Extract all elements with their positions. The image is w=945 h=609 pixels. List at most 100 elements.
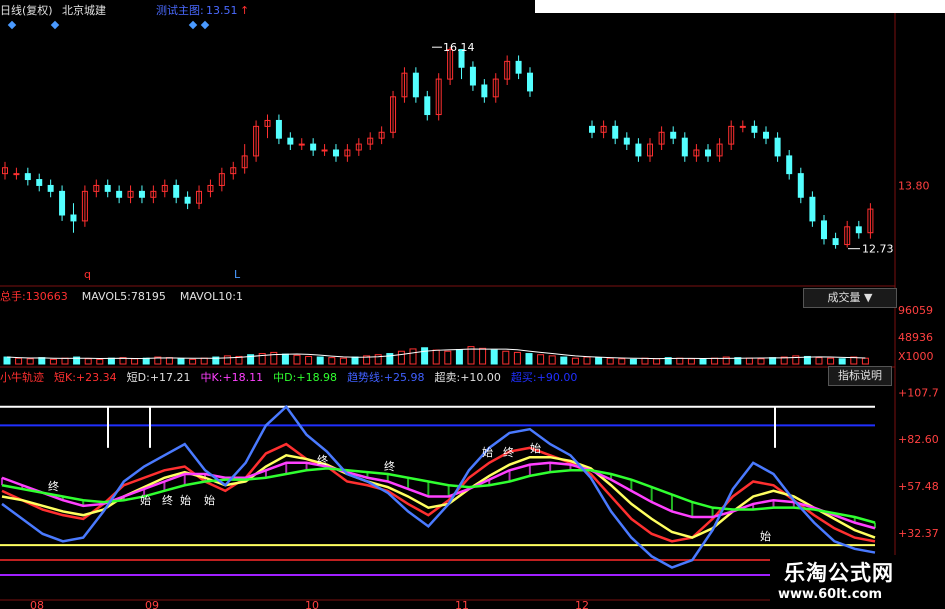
indicator-button-label: 指标说明 <box>838 369 882 382</box>
chart-title: 日线(复权) <box>0 3 53 17</box>
volume-bar <box>328 357 336 365</box>
indicator-label: 中D:+18.98 <box>273 371 337 384</box>
volume-bar <box>15 357 23 365</box>
volume-bar <box>444 350 452 365</box>
indicator-annotation: 终 <box>317 453 328 467</box>
volume-bar <box>490 349 498 365</box>
indicator-axis-tick: +57.48 <box>898 480 939 493</box>
indicator-annotation: 终 <box>503 445 514 459</box>
volume-bar <box>96 358 104 365</box>
candle-body <box>786 155 793 175</box>
candle-body <box>138 190 145 198</box>
indicator-axis-tick: +82.60 <box>898 433 939 446</box>
volume-axis-tick: 96059 <box>898 304 933 317</box>
volume-bar <box>165 357 173 365</box>
indicator-axis-tick: +107.7 <box>898 386 939 399</box>
volume-axis-tick: X1000 <box>898 350 934 363</box>
volume-bar <box>838 358 846 365</box>
volume-bar <box>537 354 545 365</box>
indicator-annotation: 始 <box>482 445 493 459</box>
candle-body <box>321 149 328 152</box>
indicator-annotation: 始 <box>204 493 215 507</box>
candle-body <box>774 137 781 157</box>
volume-bar <box>305 355 313 365</box>
candle-body <box>635 143 642 157</box>
volume-bar <box>479 347 487 365</box>
high-label: 16.14 <box>443 41 475 54</box>
volume-bar <box>177 358 185 365</box>
candle-body <box>184 196 191 204</box>
diamond-icon <box>50 20 60 30</box>
volume-bar <box>641 357 649 365</box>
volume-button-label: 成交量 <box>827 291 861 304</box>
candle-body <box>47 184 54 192</box>
stock-name: 北京城建 <box>62 3 106 17</box>
candle-body <box>763 131 769 139</box>
volume-bar <box>49 358 57 365</box>
volume-bar <box>571 357 579 365</box>
indicator-label: 中K:+18.11 <box>201 371 264 384</box>
volume-bar <box>757 358 765 365</box>
candle-body <box>481 84 488 98</box>
candle-body <box>173 184 180 198</box>
indicator-axis-tick: +32.37 <box>898 527 939 540</box>
volume-bar <box>26 358 34 365</box>
volume-bar <box>84 358 92 365</box>
indicator-label: 短D:+17.21 <box>127 370 191 384</box>
volume-bar <box>653 358 661 365</box>
volume-bar <box>560 356 568 365</box>
x-axis-tick: 09 <box>145 599 159 609</box>
volume-bar <box>61 357 69 365</box>
test-label: 测试主图: <box>156 4 204 17</box>
candle-body <box>275 119 282 139</box>
top-right-blank <box>535 0 945 13</box>
volume-bar <box>3 356 11 365</box>
volume-bar <box>200 357 208 365</box>
test-value: 13.51 <box>206 4 238 17</box>
indicator-label: 超买:+90.00 <box>511 370 577 384</box>
volume-label: MAVOL10:1 <box>180 290 243 303</box>
x-axis-tick: 12 <box>575 599 589 609</box>
volume-bar <box>629 358 637 365</box>
candle-body <box>681 137 688 157</box>
diamond-icon <box>7 20 17 30</box>
candle-body <box>739 125 746 128</box>
volume-bar <box>513 351 521 365</box>
candle-body <box>36 179 43 186</box>
candle-body <box>70 214 77 222</box>
volume-bar <box>397 350 405 365</box>
volume-bar <box>583 356 591 365</box>
indicator-annotation: 终 <box>162 493 173 507</box>
volume-axis-tick: 48936 <box>898 331 933 344</box>
volume-bar <box>351 356 359 365</box>
price-axis-tick: 13.80 <box>898 179 930 192</box>
candle-body <box>670 131 677 139</box>
volume-bar <box>711 357 719 365</box>
up-arrow-icon: ↑ <box>240 4 249 17</box>
volume-bar <box>525 353 533 365</box>
indicator-annotation: 始 <box>530 441 541 455</box>
chevron-down-icon: ▼ <box>864 291 873 304</box>
candle-body <box>515 60 522 74</box>
volume-bar <box>502 350 510 365</box>
candle-body <box>298 143 305 146</box>
price-marker: q <box>84 268 91 281</box>
volume-bar <box>339 357 347 365</box>
watermark-url: www.60lt.com <box>778 587 883 602</box>
volume-dropdown-button[interactable]: 成交量 ▼ <box>803 288 897 308</box>
volume-bar <box>432 349 440 365</box>
volume-bar <box>676 357 684 365</box>
volume-bar <box>223 355 231 365</box>
x-axis-tick: 08 <box>30 599 44 609</box>
x-axis-tick: 10 <box>305 599 319 609</box>
volume-bar <box>421 347 429 365</box>
indicator-help-button[interactable]: 指标说明 <box>828 366 892 386</box>
volume-bar <box>409 348 417 365</box>
volume-bar <box>293 354 301 365</box>
volume-bar <box>38 357 46 365</box>
candle-body <box>116 190 123 198</box>
watermark: 乐淘公式网 www.60lt.com <box>770 555 945 609</box>
diamond-icon <box>200 20 210 30</box>
candle-body <box>623 137 630 145</box>
volume-label: 总手:130663 <box>0 289 68 303</box>
